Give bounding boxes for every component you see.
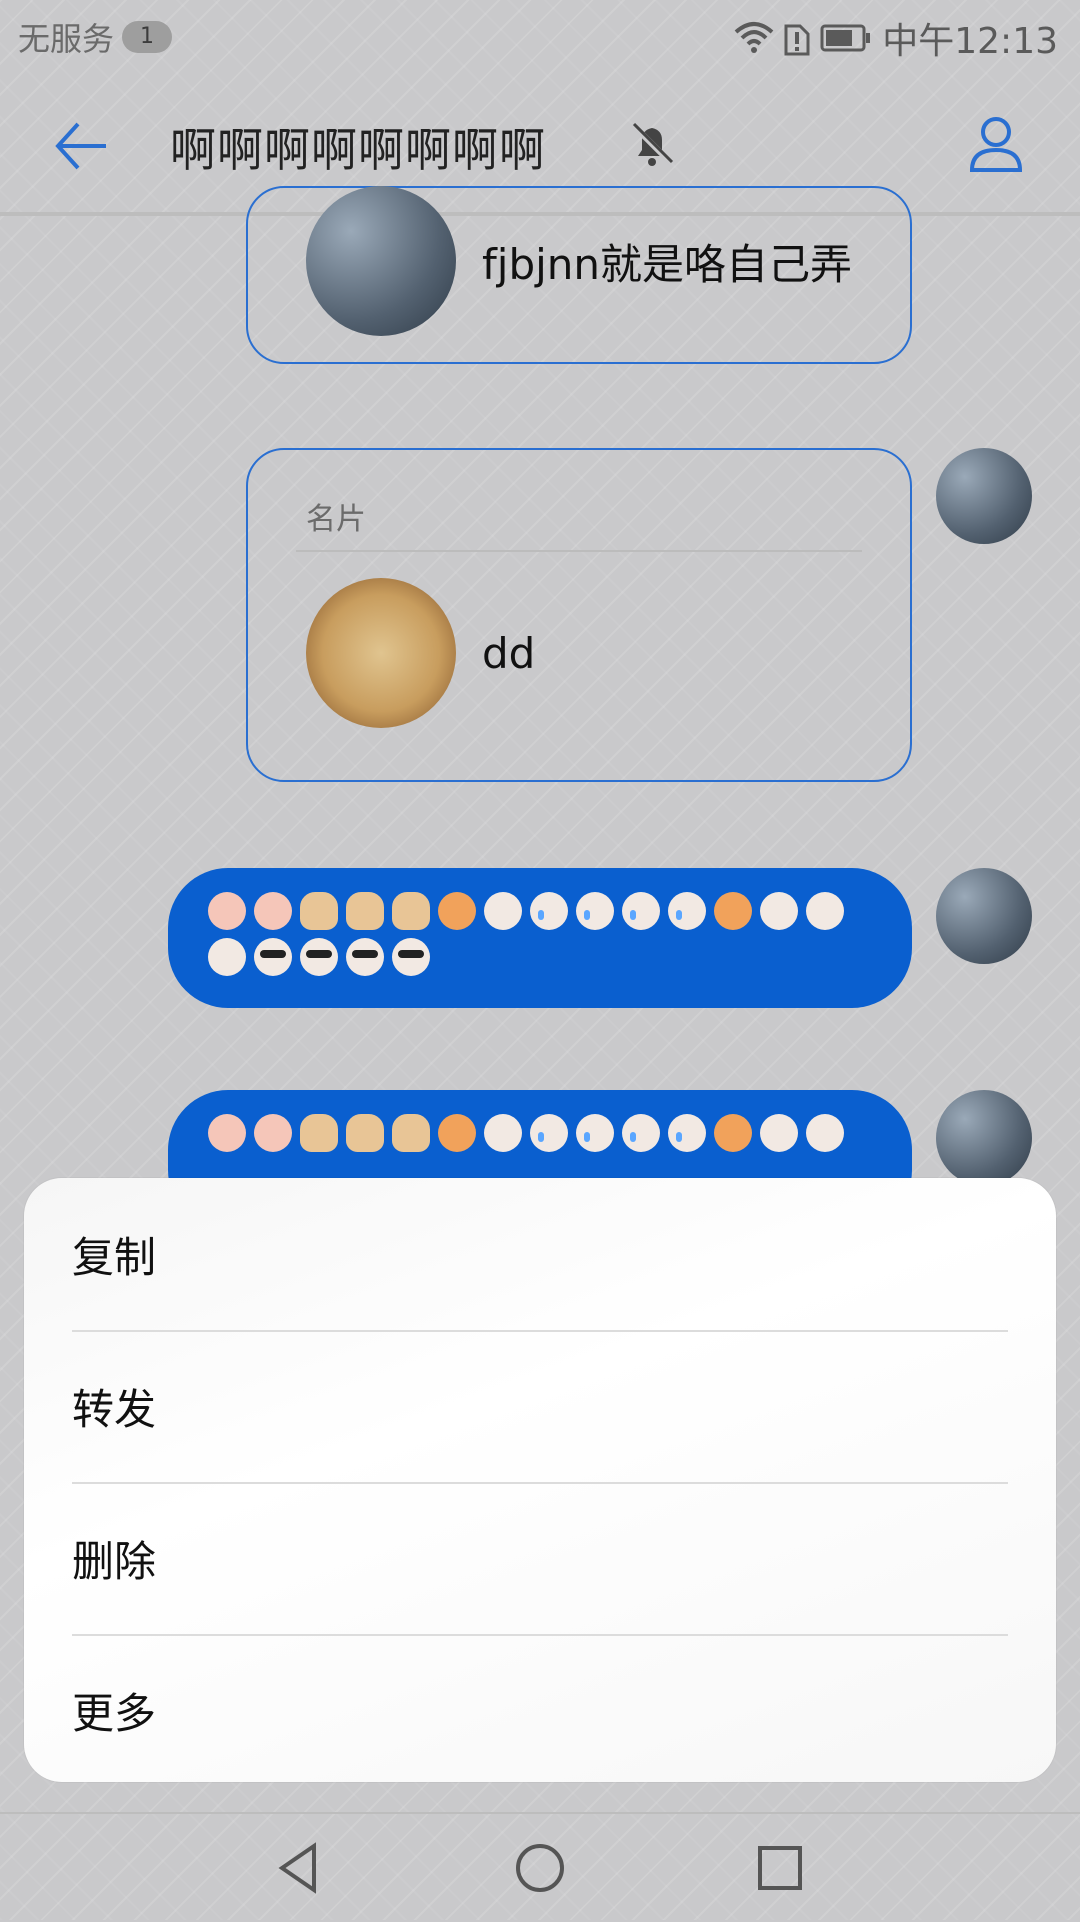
surprised-emoji-icon	[806, 892, 844, 930]
status-icons: 中午12:13	[734, 12, 1058, 64]
home-circle-icon[interactable]	[510, 1838, 570, 1898]
menu-item-label: 删除	[72, 1536, 157, 1586]
card-type-label: 名片	[306, 502, 366, 537]
my-avatar[interactable]	[936, 868, 1032, 964]
surprised-emoji-icon	[760, 892, 798, 930]
carrier-label: 无服务	[18, 20, 115, 58]
wifi-icon	[734, 20, 774, 56]
contact-card-message[interactable]: fjbjnn就是咯自己弄	[246, 186, 912, 364]
surprised-emoji-icon	[806, 1114, 844, 1152]
point-hand-emoji-icon	[392, 892, 430, 930]
cry-emoji-icon	[622, 892, 660, 930]
mute-bell-icon	[626, 118, 678, 170]
menu-divider	[72, 1482, 1008, 1484]
cry-emoji-icon	[576, 892, 614, 930]
cry-emoji-icon	[576, 1114, 614, 1152]
menu-divider	[72, 1330, 1008, 1332]
surprised-emoji-icon	[208, 938, 246, 976]
back-arrow-icon[interactable]	[50, 114, 114, 178]
victory-hand-emoji-icon	[300, 892, 338, 930]
cry-emoji-icon	[530, 892, 568, 930]
popcorn-emoji-icon	[438, 892, 476, 930]
clock: 中午12:13	[882, 21, 1058, 62]
rock-hand-emoji-icon	[346, 892, 384, 930]
menu-item-more[interactable]: 更多	[24, 1634, 1056, 1782]
context-menu: 复制 转发 删除 更多	[24, 1178, 1056, 1782]
cool-emoji-icon	[346, 938, 384, 976]
cool-emoji-icon	[300, 938, 338, 976]
carrier-area: 无服务 1	[18, 14, 173, 60]
card-avatar	[306, 186, 456, 336]
fire-emoji-icon	[714, 1114, 752, 1152]
fire-emoji-icon	[714, 892, 752, 930]
battery-icon	[820, 23, 872, 53]
contact-icon[interactable]	[964, 112, 1028, 176]
cry-emoji-icon	[622, 1114, 660, 1152]
pig-emoji-icon	[208, 892, 246, 930]
status-bar: 无服务 1 中午12:13	[0, 0, 1080, 76]
menu-item-delete[interactable]: 删除	[24, 1482, 1056, 1634]
smirk-emoji-icon	[484, 892, 522, 930]
smirk-emoji-icon	[484, 1114, 522, 1152]
sim-alert-icon	[784, 20, 810, 56]
card-contact-name: dd	[482, 628, 536, 678]
point-hand-emoji-icon	[392, 1114, 430, 1152]
victory-hand-emoji-icon	[300, 1114, 338, 1152]
my-avatar[interactable]	[936, 1090, 1032, 1186]
menu-item-forward[interactable]: 转发	[24, 1330, 1056, 1482]
cool-emoji-icon	[254, 938, 292, 976]
conversation-title: 啊啊啊啊啊啊啊啊	[170, 123, 546, 177]
card-contact-name: fjbjnn就是咯自己弄	[482, 239, 853, 289]
back-triangle-icon[interactable]	[270, 1838, 330, 1898]
card-avatar	[306, 578, 456, 728]
cry-emoji-icon	[530, 1114, 568, 1152]
menu-divider	[72, 1634, 1008, 1636]
cool-emoji-icon	[392, 938, 430, 976]
emoji-message[interactable]	[168, 868, 912, 1008]
my-avatar[interactable]	[936, 448, 1032, 544]
emoji-row	[208, 1114, 872, 1152]
surprised-emoji-icon	[760, 1114, 798, 1152]
pig-emoji-icon	[254, 1114, 292, 1152]
menu-item-label: 更多	[72, 1688, 157, 1738]
rock-hand-emoji-icon	[346, 1114, 384, 1152]
contact-card-message[interactable]: 名片 dd	[246, 448, 912, 782]
pig-emoji-icon	[254, 892, 292, 930]
menu-item-label: 转发	[72, 1384, 157, 1434]
popcorn-emoji-icon	[438, 1114, 476, 1152]
recent-square-icon[interactable]	[750, 1838, 810, 1898]
menu-item-label: 复制	[72, 1232, 157, 1282]
cry-emoji-icon	[668, 1114, 706, 1152]
system-nav-bar	[0, 1812, 1080, 1922]
emoji-row	[208, 892, 872, 976]
pig-emoji-icon	[208, 1114, 246, 1152]
menu-item-copy[interactable]: 复制	[24, 1178, 1056, 1330]
card-divider	[296, 550, 862, 552]
cry-emoji-icon	[668, 892, 706, 930]
sim-badge: 1	[122, 21, 173, 53]
